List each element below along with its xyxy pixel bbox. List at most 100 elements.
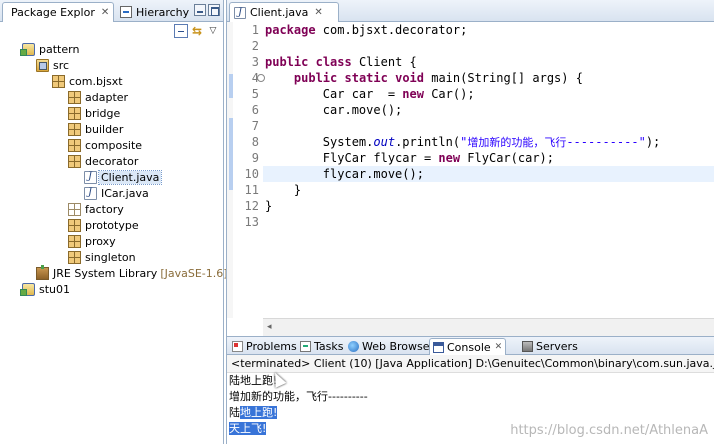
code-token: main(String[] args) { <box>424 71 583 85</box>
project-icon <box>20 42 35 56</box>
console-line: 陆地上跑! <box>229 405 278 421</box>
hierarchy-icon <box>120 6 132 18</box>
tree-item-jre-system-library[interactable]: JRE System Library [JavaSE-1.6] <box>36 264 228 281</box>
code-token: ); <box>645 135 661 149</box>
tree-item-suffix: [JavaSE-1.6] <box>160 266 228 280</box>
console-line: 天上飞! <box>229 421 267 437</box>
code-token: } <box>265 199 273 213</box>
servers-icon <box>522 341 533 352</box>
code-line: } <box>263 182 714 198</box>
tab-tasks-label: Tasks <box>314 340 344 353</box>
tree-item-builder[interactable]: builder <box>68 121 123 137</box>
tab-tasks[interactable]: Tasks <box>297 338 346 355</box>
tab-hierarchy[interactable]: Hierarchy <box>116 2 196 22</box>
line-number-gutter: 1 2 3 4 5 6 7 8 9 10 11 12 13 <box>233 22 265 318</box>
tab-console[interactable]: Console ✕ <box>429 338 507 355</box>
package-icon <box>68 106 81 120</box>
tree-item-label: decorator <box>85 154 139 168</box>
code-line: package com.bjsxt.decorator; <box>263 22 714 38</box>
tab-problems[interactable]: Problems <box>229 338 300 355</box>
package-empty-icon <box>68 202 81 216</box>
package-explorer-toolbar: ⇆ ▽ <box>0 22 223 40</box>
link-with-editor-icon[interactable]: ⇆ <box>190 24 204 38</box>
line-number: 7 <box>251 119 259 133</box>
console-icon <box>433 341 444 353</box>
tab-console-label: Console <box>447 340 491 354</box>
editor-tabbar: Client.java ✕ <box>227 0 714 22</box>
code-line: public static void main(String[] args) { <box>263 70 714 86</box>
tree-item-label: builder <box>85 122 124 136</box>
code-token: Car car = <box>265 87 403 101</box>
tab-package-explorer[interactable]: Package Explor ✕ <box>2 2 114 22</box>
code-token: System. <box>265 135 374 149</box>
problems-icon <box>232 341 243 352</box>
code-area[interactable]: package com.bjsxt.decorator; public class… <box>263 22 714 318</box>
tab-client-java[interactable]: Client.java ✕ <box>229 2 339 22</box>
maximize-icon[interactable] <box>208 4 220 16</box>
code-line: Car car = new Car(); <box>263 86 714 102</box>
package-icon <box>68 138 81 152</box>
line-number: 12 <box>244 199 259 213</box>
console-selected-text: 地上跑! <box>240 406 278 419</box>
close-icon[interactable]: ✕ <box>314 7 322 18</box>
code-token: public <box>293 71 338 85</box>
code-token: static <box>344 71 388 85</box>
tree-item-pattern[interactable]: pattern <box>20 41 79 57</box>
code-token: com.bjsxt.decorator; <box>315 23 468 37</box>
tree-item-label: composite <box>85 138 143 152</box>
tree-item-src[interactable]: src <box>36 57 69 73</box>
package-icon <box>52 74 65 88</box>
tab-web-browser[interactable]: Web Browser <box>345 338 437 355</box>
tree-item-factory[interactable]: factory <box>68 201 124 217</box>
web-browser-icon <box>348 341 359 352</box>
horizontal-scrollbar[interactable]: ◂ <box>263 318 714 336</box>
view-menu-icon[interactable]: ▽ <box>206 24 220 38</box>
java-file-icon <box>234 6 246 19</box>
package-explorer-tabbar: Package Explor ✕ Hierarchy <box>0 0 223 22</box>
tab-servers-label: Servers <box>536 340 578 353</box>
tree-item-decorator[interactable]: decorator <box>68 153 138 169</box>
tab-servers[interactable]: Servers <box>519 338 581 355</box>
package-icon <box>68 90 81 104</box>
minimize-icon[interactable] <box>194 4 206 16</box>
code-token: car.move(); <box>265 103 403 117</box>
tab-problems-label: Problems <box>246 340 297 353</box>
tree-item-prototype[interactable]: prototype <box>68 217 139 233</box>
tree-item-composite[interactable]: composite <box>68 137 142 153</box>
tree-item-proxy[interactable]: proxy <box>68 233 116 249</box>
tree-item-bridge[interactable]: bridge <box>68 105 120 121</box>
code-token: ----------" <box>566 135 646 149</box>
line-number: 10 <box>244 167 259 181</box>
tree-item-client-java[interactable]: Client.java <box>84 169 163 185</box>
code-token: Client { <box>351 55 417 69</box>
code-line: System.out.println("增加新的功能，飞行----------"… <box>263 134 714 150</box>
package-icon <box>68 234 81 248</box>
tab-client-java-label: Client.java <box>250 6 309 19</box>
code-token: flycar.move(); <box>265 167 424 181</box>
package-icon <box>68 250 81 264</box>
collapse-all-icon[interactable] <box>174 24 188 38</box>
tree-item-com-bjsxt[interactable]: com.bjsxt <box>52 73 123 89</box>
scroll-left-icon[interactable]: ◂ <box>267 322 272 332</box>
close-icon[interactable]: ✕ <box>101 7 109 18</box>
tree-item-singleton[interactable]: singleton <box>68 249 136 265</box>
tree-item-label: proxy <box>85 234 116 248</box>
code-token: package <box>265 23 316 37</box>
tree-item-icar-java[interactable]: ICar.java <box>84 185 149 201</box>
tree-item-stu01[interactable]: stu01 <box>20 281 70 297</box>
package-icon <box>68 122 81 136</box>
tree-item-label: factory <box>85 202 124 216</box>
source-folder-icon <box>36 58 49 72</box>
code-line: flycar.move(); <box>263 166 714 182</box>
close-icon[interactable]: ✕ <box>495 342 503 352</box>
tasks-icon <box>300 341 311 352</box>
bottom-tabbar: Problems Tasks Web Browser Console ✕ Ser… <box>227 337 714 355</box>
console-text: 增加新的功能，飞行---------- <box>229 390 368 403</box>
tree-item-adapter[interactable]: adapter <box>68 89 128 105</box>
line-number: 5 <box>251 87 259 101</box>
tab-package-explorer-label: Package Explor <box>11 6 95 19</box>
